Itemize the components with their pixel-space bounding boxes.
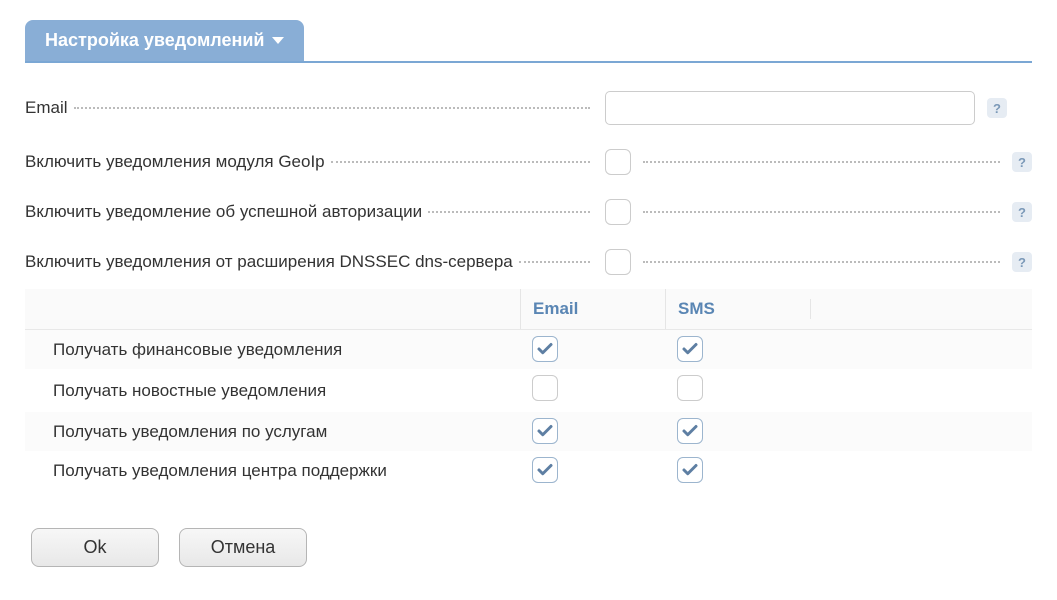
row-geoip: Включить уведомления модуля GeoIp ?: [25, 149, 1032, 175]
header-sms: SMS: [665, 289, 810, 329]
tab-bar: Настройка уведомлений: [25, 20, 1032, 63]
dnssec-checkbox[interactable]: [605, 249, 631, 275]
notifications-table: Email SMS Получать финансовые уведомлени…: [25, 289, 1032, 490]
dots-fill: [331, 161, 590, 163]
help-icon[interactable]: ?: [1012, 202, 1032, 222]
row-email: Email ?: [25, 91, 1032, 125]
sms-checkbox[interactable]: [677, 418, 703, 444]
row-dnssec: Включить уведомления от расширения DNSSE…: [25, 249, 1032, 275]
sms-checkbox[interactable]: [677, 457, 703, 483]
help-icon[interactable]: ?: [987, 98, 1007, 118]
email-checkbox[interactable]: [532, 418, 558, 444]
geoip-checkbox[interactable]: [605, 149, 631, 175]
email-checkbox[interactable]: [532, 457, 558, 483]
tab-notifications[interactable]: Настройка уведомлений: [25, 20, 304, 61]
row-label: Получать новостные уведомления: [25, 375, 520, 407]
header-email: Email: [520, 289, 665, 329]
help-icon[interactable]: ?: [1012, 252, 1032, 272]
geoip-label: Включить уведомления модуля GeoIp: [25, 152, 325, 172]
cancel-button[interactable]: Отмена: [179, 528, 307, 567]
table-row: Получать уведомления по услугам: [25, 412, 1032, 451]
dots-fill: [428, 211, 590, 213]
sms-checkbox[interactable]: [677, 336, 703, 362]
dots-fill: [643, 211, 1000, 213]
email-checkbox[interactable]: [532, 336, 558, 362]
auth-checkbox[interactable]: [605, 199, 631, 225]
row-label: Получать уведомления центра поддержки: [25, 455, 520, 487]
sms-checkbox[interactable]: [677, 375, 703, 401]
auth-label: Включить уведомление об успешной авториз…: [25, 202, 422, 222]
footer-buttons: Ok Отмена: [25, 528, 1032, 567]
row-auth: Включить уведомление об успешной авториз…: [25, 199, 1032, 225]
dots-fill: [643, 161, 1000, 163]
dots-fill: [74, 107, 590, 109]
email-checkbox[interactable]: [532, 375, 558, 401]
header-name: [25, 299, 520, 319]
table-header-row: Email SMS: [25, 289, 1032, 330]
dots-fill: [519, 261, 590, 263]
table-row: Получать новостные уведомления: [25, 369, 1032, 412]
email-label: Email: [25, 98, 68, 118]
table-row: Получать уведомления центра поддержки: [25, 451, 1032, 490]
table-row: Получать финансовые уведомления: [25, 330, 1032, 369]
row-label: Получать уведомления по услугам: [25, 416, 520, 448]
dots-fill: [643, 261, 1000, 263]
header-empty: [810, 299, 1032, 319]
email-input[interactable]: [605, 91, 975, 125]
row-label: Получать финансовые уведомления: [25, 334, 520, 366]
dnssec-label: Включить уведомления от расширения DNSSE…: [25, 252, 513, 272]
ok-button[interactable]: Ok: [31, 528, 159, 567]
tab-title: Настройка уведомлений: [45, 30, 264, 51]
chevron-down-icon: [272, 37, 284, 44]
help-icon[interactable]: ?: [1012, 152, 1032, 172]
